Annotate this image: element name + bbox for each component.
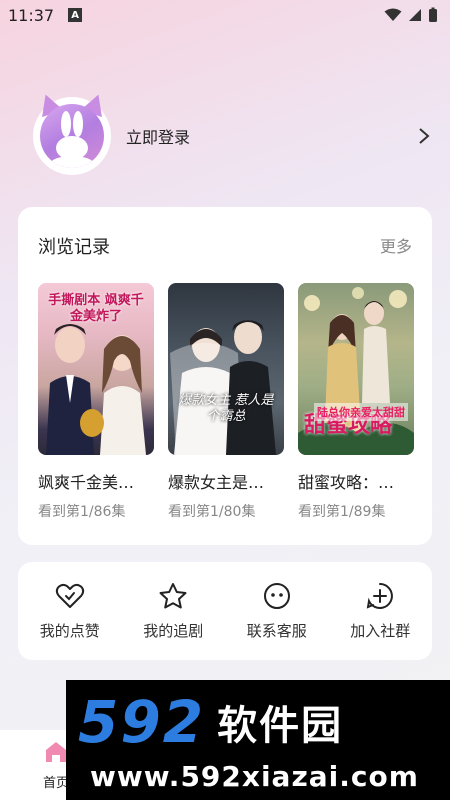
watermark-name: 软件园	[217, 703, 344, 749]
watch-progress: 看到第1/80集	[168, 504, 256, 520]
site-watermark: 592 软件园 www.592xiazai.com	[66, 680, 450, 800]
chat-face-icon	[263, 583, 290, 609]
drama-title[interactable]: 甜蜜攻略：…	[298, 469, 414, 493]
poster-image[interactable]: 手撕剧本 飒爽千金美炸了	[38, 283, 154, 455]
watermark-url: www.592xiazai.com	[90, 760, 419, 793]
battery-icon	[429, 7, 437, 22]
poster-image[interactable]: 甜蜜攻略 陆总你亲爱太甜甜	[298, 283, 414, 455]
action-label: 我的点赞	[39, 622, 100, 640]
action-label: 联系客服	[246, 622, 307, 640]
rabbit-avatar-icon	[40, 104, 104, 168]
more-button[interactable]: 更多	[380, 233, 412, 257]
poster-image[interactable]: 爆款女主 惹人是个霸总	[168, 283, 284, 455]
my-follows-button[interactable]: 我的追剧	[122, 562, 226, 660]
heart-check-icon	[55, 583, 84, 608]
contact-support-button[interactable]: 联系客服	[225, 562, 329, 660]
drama-title[interactable]: 飒爽千金美…	[38, 469, 154, 493]
chevron-right-icon[interactable]	[418, 127, 430, 145]
history-item[interactable]: 甜蜜攻略 陆总你亲爱太甜甜 甜蜜攻略：… 看到第1/89集	[298, 283, 414, 521]
poster-caption: 手撕剧本 飒爽千金美炸了	[48, 293, 144, 324]
my-likes-button[interactable]: 我的点赞	[18, 562, 122, 660]
wifi-icon	[384, 8, 402, 21]
drama-title[interactable]: 爆款女主是…	[168, 469, 284, 493]
profile-row[interactable]: 立即登录	[35, 90, 436, 172]
watch-progress: 看到第1/86集	[38, 504, 126, 520]
watermark-number: 592	[78, 688, 206, 756]
status-bar: 11:37 A	[0, 0, 450, 30]
signal-icon	[409, 9, 421, 21]
plus-circle-icon	[366, 583, 394, 609]
watch-progress: 看到第1/89集	[298, 504, 386, 520]
join-community-button[interactable]: 加入社群	[329, 562, 433, 660]
history-item[interactable]: 爆款女主 惹人是个霸总 爆款女主是… 看到第1/80集	[168, 283, 284, 521]
status-time: 11:37	[8, 5, 55, 25]
history-heading: 浏览记录	[38, 237, 110, 258]
action-label: 我的追剧	[143, 622, 204, 640]
avatar[interactable]	[35, 90, 109, 172]
history-item[interactable]: 手撕剧本 飒爽千金美炸了 飒爽千金美… 看到第1/86集	[38, 283, 154, 521]
a-badge-icon: A	[68, 8, 83, 22]
star-icon	[159, 583, 187, 609]
login-label[interactable]: 立即登录	[126, 124, 190, 148]
history-card: 浏览记录 更多 手撕剧本 飒爽千金美炸了 飒爽千金美… 看到第1/86集 爆款女…	[18, 207, 432, 545]
poster-caption: 爆款女主 惹人是个霸总	[178, 393, 274, 424]
action-label: 加入社群	[350, 622, 411, 640]
quick-actions-card: 我的点赞 我的追剧 联系客服 加入社群	[18, 562, 432, 660]
poster-subcaption: 陆总你亲爱太甜甜	[314, 403, 408, 421]
